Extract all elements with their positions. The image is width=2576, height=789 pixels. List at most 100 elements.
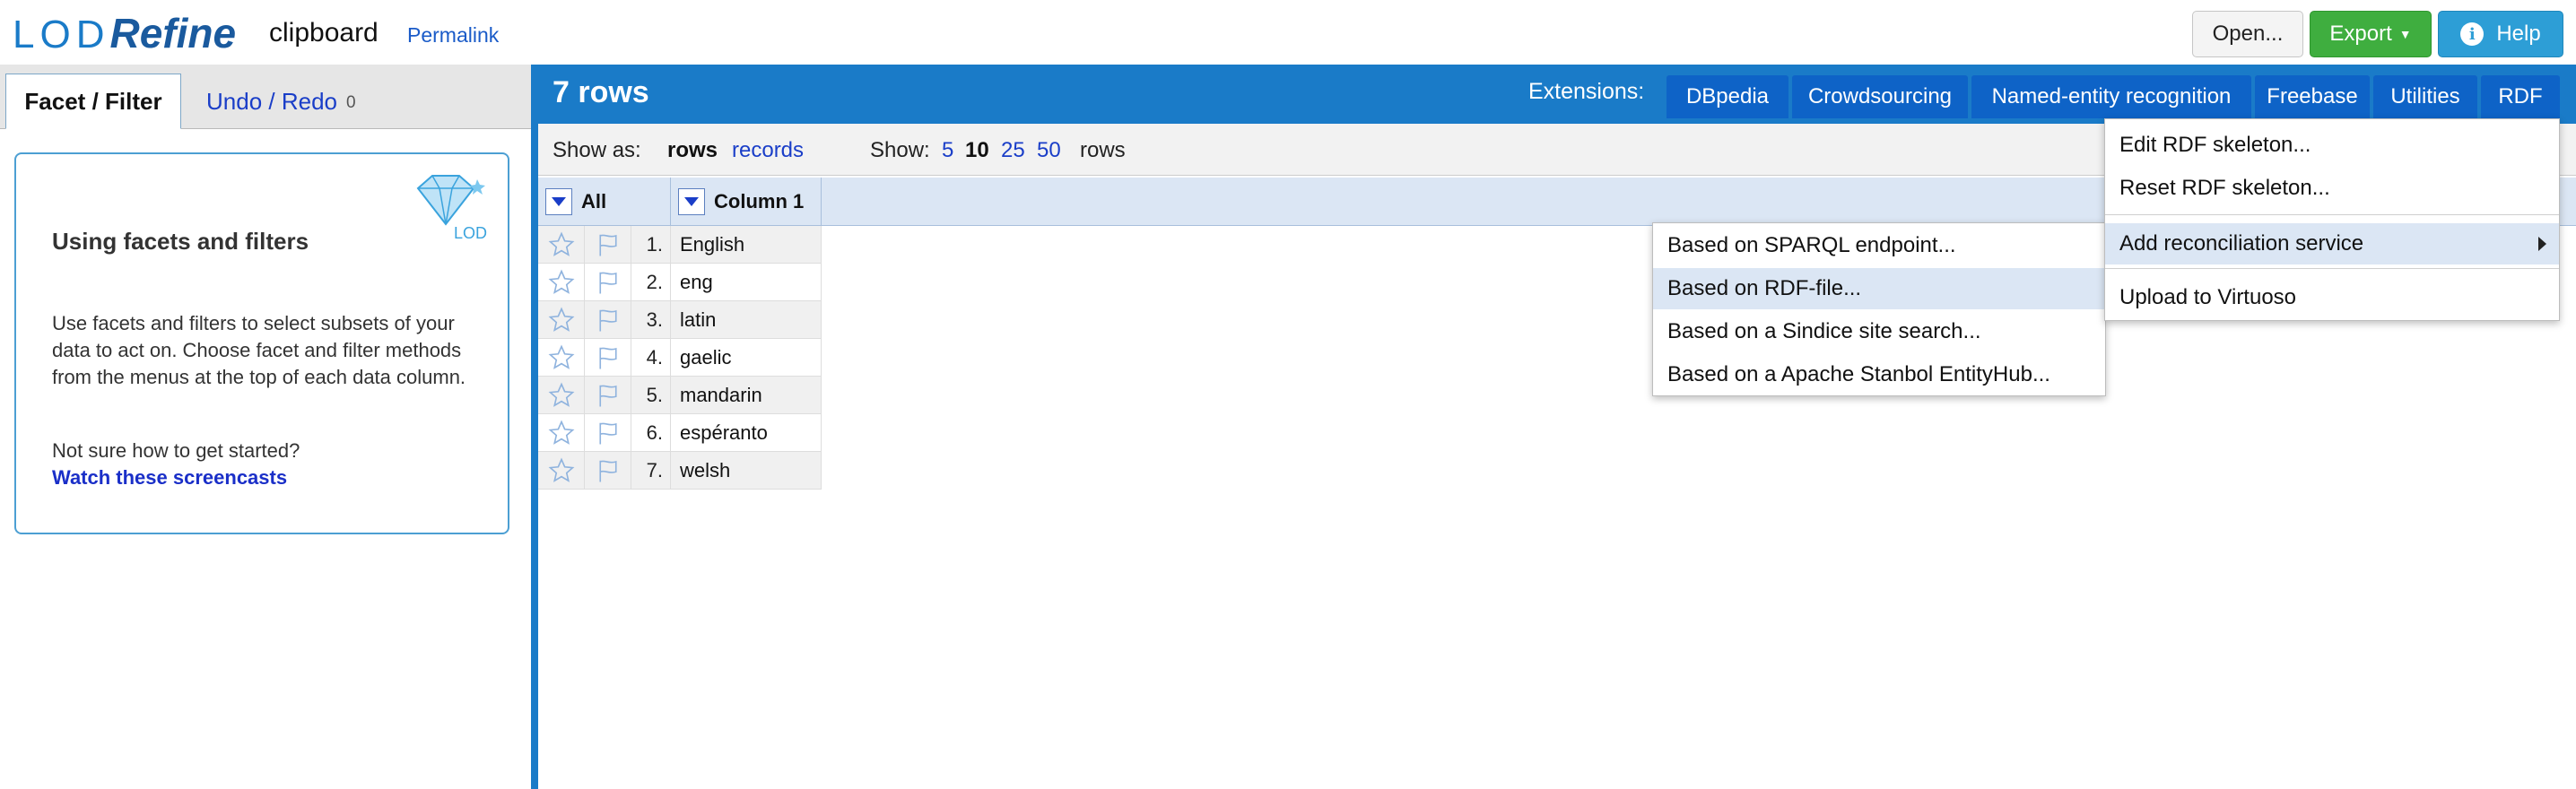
- permalink-link[interactable]: Permalink: [407, 23, 499, 48]
- menu-item-sparql-endpoint[interactable]: Based on SPARQL endpoint...: [1653, 225, 2105, 266]
- star-icon[interactable]: [538, 301, 585, 339]
- logo-refine-text: Refine: [109, 10, 237, 56]
- data-grid-panel: 7 rows Extensions: DBpedia Crowdsourcing…: [531, 65, 2576, 789]
- tab-undo-redo[interactable]: Undo / Redo 0: [188, 74, 374, 129]
- row-number: 7.: [631, 452, 671, 490]
- project-name[interactable]: clipboard: [269, 18, 379, 48]
- help-title: Using facets and filters: [52, 228, 309, 255]
- table-row: 5. mandarin: [538, 377, 822, 414]
- logo-lod-text: LOD: [13, 13, 110, 56]
- export-button[interactable]: Export ▼: [2310, 11, 2432, 57]
- extension-ner-button[interactable]: Named-entity recognition: [1971, 75, 2251, 118]
- star-icon[interactable]: [538, 226, 585, 264]
- star-icon[interactable]: [538, 452, 585, 490]
- flag-icon[interactable]: [585, 452, 631, 490]
- lod-badge-text: LOD: [454, 224, 487, 240]
- show-as-records-link[interactable]: records: [732, 138, 804, 163]
- page-size-50-link[interactable]: 50: [1037, 138, 1061, 163]
- row-number: 3.: [631, 301, 671, 339]
- flag-icon[interactable]: [585, 264, 631, 301]
- page-size-5-link[interactable]: 5: [942, 138, 953, 163]
- help-question: Not sure how to get started?: [52, 439, 300, 462]
- facet-help-box: LOD Using facets and filters Use facets …: [14, 152, 509, 534]
- flag-icon[interactable]: [585, 226, 631, 264]
- cell-value[interactable]: latin: [671, 301, 822, 339]
- table-row: 3. latin: [538, 301, 822, 339]
- cell-value[interactable]: gaelic: [671, 339, 822, 377]
- column-header-all[interactable]: All: [538, 178, 671, 226]
- table-row: 7. welsh: [538, 452, 822, 490]
- cell-value[interactable]: mandarin: [671, 377, 822, 414]
- dropdown-arrow-icon[interactable]: [545, 188, 572, 215]
- help-button-label: Help: [2496, 22, 2541, 46]
- menu-item-edit-rdf-skeleton[interactable]: Edit RDF skeleton...: [2105, 125, 2559, 166]
- cell-value[interactable]: English: [671, 226, 822, 264]
- menu-item-sindice-search[interactable]: Based on a Sindice site search...: [1653, 311, 2105, 352]
- column-all-label: All: [581, 190, 607, 212]
- grid-top-bar: 7 rows Extensions: DBpedia Crowdsourcing…: [538, 65, 2576, 124]
- menu-item-stanbol-entityhub[interactable]: Based on a Apache Stanbol EntityHub...: [1653, 354, 2105, 395]
- column-1-label: Column 1: [714, 190, 805, 212]
- flag-icon[interactable]: [585, 414, 631, 452]
- rows-suffix: rows: [1080, 138, 1126, 162]
- submenu-arrow-icon: [2538, 237, 2546, 251]
- row-number: 6.: [631, 414, 671, 452]
- app-header: LOD Refine clipboard Permalink Open... E…: [0, 0, 2576, 65]
- star-icon[interactable]: [538, 414, 585, 452]
- table-row: 2. eng: [538, 264, 822, 301]
- row-number: 1.: [631, 226, 671, 264]
- menu-separator: [2105, 214, 2559, 215]
- extension-utilities-button[interactable]: Utilities: [2373, 75, 2477, 118]
- open-button-label: Open...: [2212, 22, 2284, 46]
- show-as-label: Show as:: [553, 138, 641, 162]
- left-tab-bar: Facet / Filter Undo / Redo 0: [0, 65, 531, 129]
- row-count: 7 rows: [553, 75, 649, 109]
- extension-dbpedia-button[interactable]: DBpedia: [1667, 75, 1788, 118]
- dropdown-arrow-icon[interactable]: [678, 188, 705, 215]
- menu-item-rdf-file[interactable]: Based on RDF-file...: [1653, 268, 2105, 309]
- extension-crowdsourcing-button[interactable]: Crowdsourcing: [1792, 75, 1968, 118]
- menu-item-add-reconciliation-service[interactable]: Add reconciliation service: [2105, 223, 2559, 264]
- info-icon: i: [2460, 22, 2485, 46]
- star-icon[interactable]: [538, 339, 585, 377]
- column-header-column-1[interactable]: Column 1: [671, 178, 822, 226]
- table-row: 1. English: [538, 226, 822, 264]
- menu-item-reset-rdf-skeleton[interactable]: Reset RDF skeleton...: [2105, 168, 2559, 209]
- cell-value[interactable]: welsh: [671, 452, 822, 490]
- help-body: Use facets and filters to select subsets…: [52, 312, 466, 388]
- page-size-10[interactable]: 10: [965, 138, 989, 163]
- cell-value[interactable]: espéranto: [671, 414, 822, 452]
- left-panel: Facet / Filter Undo / Redo 0 LOD Using f…: [0, 65, 531, 789]
- reconciliation-submenu: Based on SPARQL endpoint... Based on RDF…: [1652, 222, 2106, 396]
- tab-undo-redo-label: Undo / Redo: [206, 87, 337, 115]
- open-button[interactable]: Open...: [2192, 11, 2303, 57]
- show-label: Show:: [870, 138, 930, 162]
- star-icon[interactable]: [538, 377, 585, 414]
- lod-diamond-icon: LOD: [416, 175, 487, 240]
- caret-down-icon: ▼: [2398, 27, 2412, 41]
- show-as-rows[interactable]: rows: [667, 138, 718, 163]
- rdf-dropdown-menu: Edit RDF skeleton... Reset RDF skeleton.…: [2104, 118, 2560, 321]
- undo-count: 0: [345, 93, 356, 112]
- cell-value[interactable]: eng: [671, 264, 822, 301]
- tab-facet-filter[interactable]: Facet / Filter: [5, 74, 181, 129]
- data-rows: 1. English 2. eng 3. latin 4. gaelic 5. mandarin 6…: [538, 226, 822, 490]
- flag-icon[interactable]: [585, 301, 631, 339]
- tab-facet-filter-label: Facet / Filter: [24, 87, 162, 115]
- table-row: 6. espéranto: [538, 414, 822, 452]
- row-number: 5.: [631, 377, 671, 414]
- table-row: 4. gaelic: [538, 339, 822, 377]
- screencasts-link[interactable]: Watch these screencasts: [52, 466, 287, 490]
- extension-rdf-button[interactable]: RDF: [2481, 75, 2560, 118]
- page-size-25-link[interactable]: 25: [1001, 138, 1025, 163]
- flag-icon[interactable]: [585, 339, 631, 377]
- flag-icon[interactable]: [585, 377, 631, 414]
- export-button-label: Export: [2329, 22, 2392, 46]
- menu-item-upload-virtuoso[interactable]: Upload to Virtuoso: [2105, 277, 2559, 318]
- extension-freebase-button[interactable]: Freebase: [2255, 75, 2370, 118]
- help-button[interactable]: i Help: [2438, 11, 2563, 57]
- row-number: 4.: [631, 339, 671, 377]
- lod-refine-logo[interactable]: LOD Refine: [13, 9, 236, 59]
- star-icon[interactable]: [538, 264, 585, 301]
- extensions-label: Extensions:: [1528, 79, 1645, 104]
